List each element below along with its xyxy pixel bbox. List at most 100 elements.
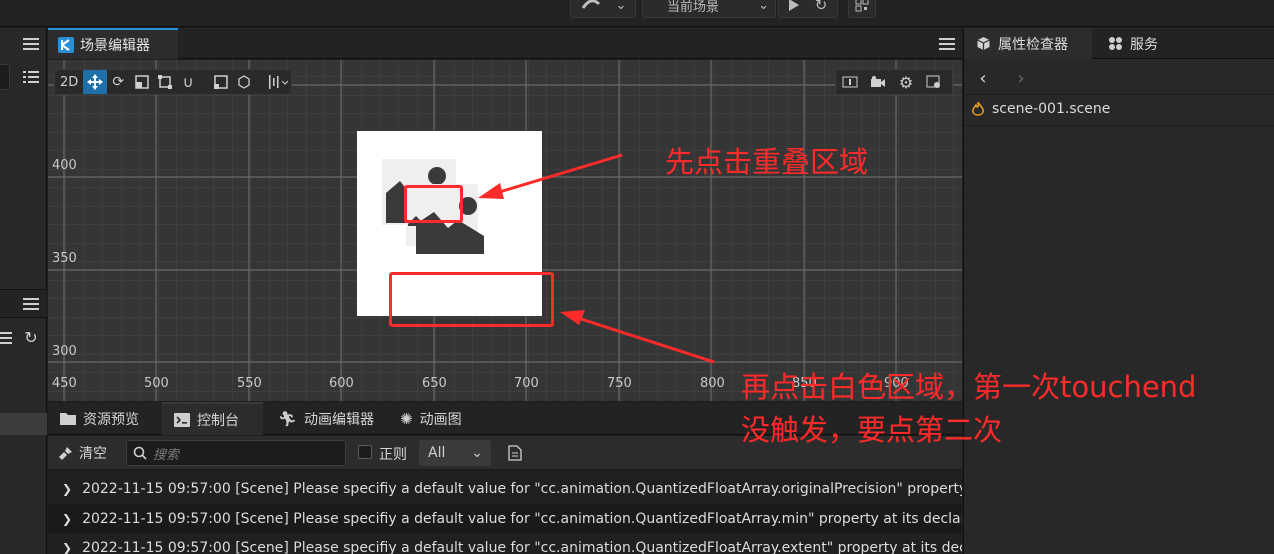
animation-graph-icon: ✺ (400, 409, 413, 428)
tab-services[interactable]: 服务 (1096, 28, 1182, 59)
forward-arrow-icon[interactable]: › (1012, 68, 1030, 89)
regex-checkbox[interactable] (358, 445, 372, 459)
log-row[interactable]: ❯ 2022-11-15 09:57:00 [Scene] Please spe… (48, 504, 962, 533)
camera-icon[interactable] (864, 70, 892, 94)
tab-label: 场景编辑器 (80, 37, 150, 54)
coordinate-tool-icon[interactable] (233, 70, 256, 94)
y-axis-label: 300 (52, 344, 77, 359)
terminal-icon (174, 412, 190, 427)
tab-label: 动画编辑器 (304, 411, 375, 428)
tab-label: 资源预览 (83, 411, 139, 428)
chevron-right-icon[interactable]: ❯ (62, 482, 72, 496)
search-icon (133, 446, 147, 460)
preview-group: ↻ (778, 0, 838, 18)
inspector-divider (964, 94, 1274, 95)
move-tool-icon[interactable] (83, 70, 107, 94)
top-toolbar: ⌄ 当前场景 ⌄ ↻ (0, 0, 1274, 27)
scene-file-name: scene-001.scene (992, 101, 1111, 117)
tab-label: 动画图 (419, 411, 462, 428)
transform-toolbar: 2D ⟳ ∪ (54, 69, 292, 95)
scene-select-value: 当前场景 (667, 0, 720, 15)
tab-label: 控制台 (197, 412, 239, 429)
search-placeholder: 搜索 (153, 447, 180, 463)
x-axis-label: 700 (514, 376, 539, 391)
chevron-down-icon: ⌄ (471, 445, 483, 461)
scene-editor-icon (58, 36, 74, 53)
annotation-text-second-line2: 没触发，要点第二次 (741, 413, 1003, 447)
gizmo-settings-icon[interactable] (920, 70, 948, 94)
chevron-down-icon[interactable]: ⌄ (611, 0, 631, 17)
running-figure-icon: 🏃︎ (278, 409, 298, 428)
gear-icon[interactable]: ⚙ (892, 70, 920, 94)
selected-asset-row[interactable] (0, 413, 47, 435)
tab-label: 属性检查器 (998, 36, 1068, 53)
tab-inspector[interactable]: 属性检查器 (964, 28, 1092, 59)
services-icon (1108, 36, 1123, 51)
log-row[interactable]: ❯ 2022-11-15 09:57:00 [Scene] Please spe… (48, 533, 962, 554)
scene-viewport[interactable]: 400 350 300 450 500 550 600 650 700 750 … (48, 60, 962, 401)
flame-icon (972, 101, 984, 117)
inspector-panel: 属性检查器 服务 ‹ › scene-001.scene (963, 28, 1274, 554)
tab-asset-preview[interactable]: 资源预览 (48, 402, 160, 435)
x-axis-label: 800 (700, 376, 725, 391)
rotate-tool-icon[interactable]: ⟳ (107, 70, 130, 94)
annotation-text-second-line1: 再点击白色区域，第一次touchend (741, 370, 1197, 404)
scale-tool-icon[interactable] (130, 70, 153, 94)
menu-icon[interactable] (20, 34, 42, 54)
align-tool-icon[interactable] (264, 70, 291, 94)
mode-2d-button[interactable]: 2D (55, 70, 83, 94)
list-icon[interactable] (20, 67, 42, 87)
tab-animation-graph[interactable]: ✺ 动画图 (388, 402, 488, 435)
clear-button[interactable]: 清空 (58, 442, 107, 464)
log-message: 2022-11-15 09:57:00 [Scene] Please speci… (82, 510, 962, 527)
qrcode-button[interactable] (848, 0, 876, 18)
log-message: 2022-11-15 09:57:00 [Scene] Please speci… (82, 539, 962, 554)
back-arrow-icon[interactable]: ‹ (974, 68, 992, 89)
regex-label: 正则 (379, 447, 407, 463)
play-icon[interactable] (779, 0, 807, 17)
x-axis-label: 450 (52, 376, 77, 391)
log-message: 2022-11-15 09:57:00 [Scene] Please speci… (82, 480, 962, 497)
log-level-select[interactable]: All ⌄ (419, 440, 491, 466)
white-area-highlight-box (389, 272, 554, 327)
console-log-list: ❯ 2022-11-15 09:57:00 [Scene] Please spe… (48, 471, 962, 554)
list-icon[interactable] (0, 328, 14, 348)
tab-scene-editor[interactable]: 场景编辑器 (48, 28, 178, 59)
log-level-value: All (428, 445, 446, 461)
x-axis-label: 500 (144, 376, 169, 391)
search-input[interactable]: 搜索 (126, 440, 346, 466)
y-axis-label: 400 (52, 158, 77, 173)
x-axis-label: 750 (607, 376, 632, 391)
x-axis-label: 550 (237, 376, 262, 391)
resolution-icon[interactable] (836, 70, 864, 94)
log-file-icon[interactable] (506, 443, 524, 463)
pivot-tool-icon[interactable] (210, 70, 233, 94)
refresh-icon[interactable]: ↻ (20, 327, 42, 347)
scene-select[interactable]: 当前场景 ⌄ (642, 0, 776, 18)
inspector-tabbar: 属性检查器 服务 (964, 28, 1274, 59)
inspected-scene-row[interactable]: scene-001.scene (972, 99, 1110, 119)
x-axis-label: 650 (422, 376, 447, 391)
chevron-right-icon[interactable]: ❯ (62, 512, 72, 526)
menu-icon[interactable] (936, 34, 958, 54)
menu-icon[interactable] (20, 294, 42, 314)
log-row[interactable]: ❯ 2022-11-15 09:57:00 [Scene] Please spe… (48, 474, 962, 503)
hierarchy-search-input[interactable] (0, 64, 10, 90)
tab-animation-editor[interactable]: 🏃︎ 动画编辑器 (266, 402, 386, 435)
cocos-logo-icon[interactable] (571, 0, 611, 17)
rect-tool-icon[interactable] (153, 70, 176, 94)
build-group: ⌄ (570, 0, 636, 18)
inspector-divider (964, 125, 1274, 126)
chevron-down-icon: ⌄ (758, 0, 769, 13)
x-axis-label: 600 (329, 376, 354, 391)
view-toolbar: ⚙ (835, 69, 953, 95)
cube-icon (976, 36, 991, 51)
clear-label: 清空 (79, 446, 107, 462)
folder-icon (60, 412, 76, 425)
chevron-right-icon[interactable]: ❯ (62, 541, 72, 554)
scene-editor-tabbar: 场景编辑器 (48, 28, 962, 59)
snap-tool-icon[interactable]: ∪ (176, 70, 199, 94)
annotation-text-first: 先点击重叠区域 (665, 145, 869, 179)
tab-console[interactable]: 控制台 (162, 402, 263, 435)
refresh-icon[interactable]: ↻ (807, 0, 835, 17)
